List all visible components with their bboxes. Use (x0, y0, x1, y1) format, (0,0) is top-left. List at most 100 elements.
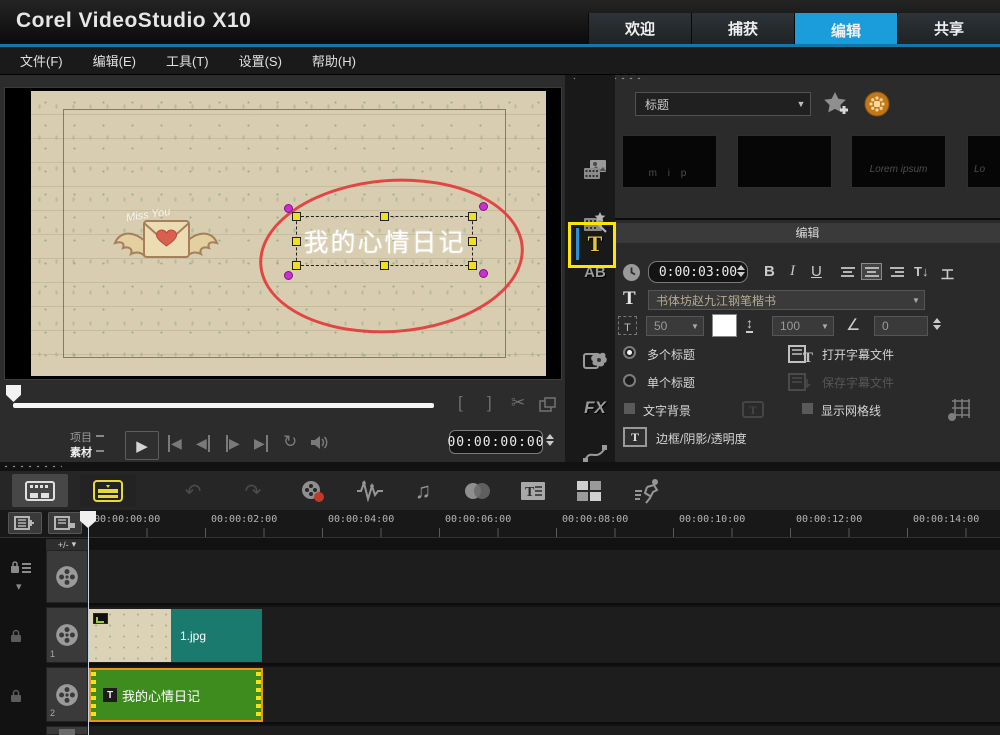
angle-spinner[interactable] (933, 318, 941, 330)
italic-button[interactable]: I (790, 263, 795, 280)
playhead-line[interactable] (88, 526, 89, 735)
split-clip-icon[interactable]: ✂ (511, 393, 525, 413)
preview-timecode[interactable]: 00:00:00:00 (447, 430, 544, 454)
title-clip-selected[interactable]: T 我的心情日记 (89, 668, 263, 722)
tab-share[interactable]: 共享 (897, 13, 1000, 44)
clip-trim-handle-right[interactable] (256, 672, 261, 718)
clip-trim-handle-left[interactable] (91, 672, 96, 718)
track-height-button[interactable] (48, 512, 82, 534)
volume-icon[interactable] (310, 435, 329, 450)
motion-tracking-icon[interactable] (634, 478, 664, 504)
overlay-track-1-header[interactable]: 1 (46, 607, 88, 663)
play-button[interactable]: ▶ (125, 431, 159, 460)
track-2-lock-icon[interactable] (10, 689, 22, 702)
angle-spin-up[interactable] (933, 318, 941, 323)
overlay-graphics-icon[interactable] (575, 343, 615, 377)
timecode-spinner[interactable] (546, 434, 554, 446)
resize-handle-w[interactable] (292, 237, 301, 246)
resize-handle-se[interactable] (468, 261, 477, 270)
title-selection-box[interactable]: 我的心情日记 (292, 212, 477, 270)
track-manager-button[interactable]: +/- ▾ (46, 539, 88, 550)
resize-handle-nw[interactable] (292, 212, 301, 221)
vertical-text-button[interactable]: T↓ (914, 264, 928, 279)
timeline-ruler[interactable]: 00:00:00:00 00:00:02:00 00:00:04:00 00:0… (0, 510, 1000, 538)
title-template-thumbnail-4[interactable]: Lo (967, 135, 1000, 188)
tab-edit[interactable]: 编辑 (794, 13, 897, 47)
show-all-tracks-button[interactable] (8, 512, 42, 534)
resize-handle-sw[interactable] (292, 261, 301, 270)
next-track-header[interactable] (46, 726, 88, 735)
gutter-chevron-icon[interactable]: ▾ (16, 580, 22, 593)
duration-spin-up[interactable] (737, 265, 745, 270)
video-track-lane[interactable] (88, 550, 1000, 605)
show-grid-checkbox[interactable] (801, 402, 814, 415)
previous-frame-icon[interactable]: ◀ (196, 435, 210, 452)
ripple-lock-icon[interactable] (10, 560, 32, 574)
track-transparency-icon[interactable] (462, 481, 492, 501)
align-right-button[interactable] (886, 263, 907, 280)
go-to-start-icon[interactable]: ◀ (168, 435, 182, 452)
rotation-angle-field[interactable]: 0 (874, 316, 928, 336)
text-color-swatch[interactable] (712, 314, 737, 337)
next-track-lane[interactable] (88, 726, 1000, 735)
go-to-end-icon[interactable]: ▶ (254, 435, 268, 452)
resize-handle-e[interactable] (468, 237, 477, 246)
add-to-favorites-icon[interactable] (821, 90, 855, 118)
resize-handle-ne[interactable] (468, 212, 477, 221)
tab-welcome[interactable]: 欢迎 (588, 13, 691, 44)
rotate-handle-sw[interactable] (284, 271, 293, 280)
timeline-view-button[interactable] (80, 474, 136, 507)
bold-button[interactable]: B (764, 263, 775, 280)
resize-handle-s[interactable] (380, 261, 389, 270)
track-1-lock-icon[interactable] (10, 629, 22, 642)
gallery-category-dropdown[interactable]: 标题 ▼ (635, 92, 811, 116)
auto-music-icon[interactable]: ♫ (410, 478, 436, 504)
resize-handle-n[interactable] (380, 212, 389, 221)
timeline-playhead-marker[interactable] (80, 511, 96, 528)
menu-help[interactable]: 帮助(H) (312, 51, 356, 70)
filter-fx-icon[interactable]: FX (575, 391, 615, 425)
gallery-menu-icon[interactable] (864, 91, 890, 117)
menu-edit[interactable]: 编辑(E) (93, 51, 136, 70)
redo-icon[interactable]: ↷ (240, 478, 266, 504)
video-track-header[interactable] (46, 550, 88, 603)
open-subtitle-file-icon[interactable]: T (788, 343, 814, 364)
overlay-track-2-header[interactable]: 2 (46, 667, 88, 722)
mark-in-button[interactable]: [ (458, 393, 463, 413)
title-template-thumbnail-1[interactable]: m i p (622, 135, 717, 188)
multiple-titles-radio[interactable] (623, 346, 636, 359)
duration-spinner[interactable] (737, 265, 745, 277)
single-title-radio[interactable] (623, 374, 636, 387)
record-capture-icon[interactable] (300, 479, 325, 503)
title-template-thumbnail-3[interactable]: Lorem ipsum (851, 135, 946, 188)
show-grid-label[interactable]: 显示网格线 (821, 402, 881, 419)
clip-mode-label[interactable]: 素材 (58, 444, 92, 460)
title-template-thumbnail-2[interactable] (737, 135, 832, 188)
font-size-dropdown[interactable]: 50 ▼ (646, 316, 704, 336)
open-subtitle-file-label[interactable]: 打开字幕文件 (822, 346, 894, 363)
preview-scrubber-track[interactable] (13, 403, 434, 408)
underline-button[interactable]: U (811, 263, 822, 280)
media-library-icon[interactable] (575, 153, 615, 187)
font-family-dropdown[interactable]: 书体坊赵九江钢笔楷书 ▼ (648, 290, 925, 310)
menu-tools[interactable]: 工具(T) (166, 51, 209, 70)
next-frame-icon[interactable]: ▶ (226, 435, 240, 452)
split-screen-template-icon[interactable] (576, 480, 602, 502)
rotate-handle-ne[interactable] (479, 202, 488, 211)
line-spacing-dropdown[interactable]: 100 ▼ (772, 316, 834, 336)
grid-options-icon[interactable] (946, 398, 974, 422)
align-center-button[interactable] (861, 263, 882, 280)
preview-scrubber-handle[interactable] (6, 385, 21, 402)
title-tool-icon[interactable]: T (575, 225, 615, 263)
multiple-titles-label[interactable]: 多个标题 (647, 346, 695, 363)
undo-icon[interactable]: ↶ (180, 478, 206, 504)
mark-out-button[interactable]: ] (487, 393, 492, 413)
project-mode-label[interactable]: 项目 (58, 429, 92, 445)
tab-capture[interactable]: 捕获 (691, 13, 794, 44)
selected-title-text[interactable]: 我的心情日记 (303, 223, 465, 259)
sound-mixer-icon[interactable] (356, 480, 384, 502)
border-shadow-label[interactable]: 边框/阴影/透明度 (656, 430, 747, 447)
angle-spin-down[interactable] (933, 325, 941, 330)
duration-spin-down[interactable] (737, 272, 745, 277)
storyboard-view-button[interactable] (12, 474, 68, 507)
